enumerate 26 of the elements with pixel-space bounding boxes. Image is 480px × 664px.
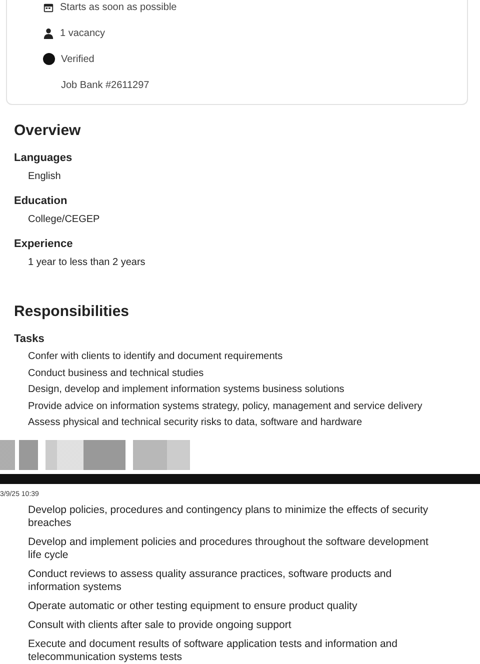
task-item: Develop policies, procedures and contingency plans to minimize the effects of security breaches — [28, 504, 430, 530]
task-item: Operate automatic or other testing equipment to ensure product quality — [28, 600, 358, 612]
card-detail-text: 1 vacancy — [60, 26, 106, 40]
person-icon — [43, 28, 54, 38]
task-item: Assess physical and technical security risks to data, software and hardware — [27, 416, 364, 430]
task-item: Confer with clients to identify and document requirements — [27, 350, 284, 364]
task-item: Execute and document results of software application tests and information and telecommunication systems tests — [28, 638, 398, 664]
tasks-label: Tasks — [14, 332, 46, 346]
section-value: 1 year to less than 2 years — [27, 256, 146, 270]
task-item: Develop and implement policies and procedures throughout the software development life cycle — [28, 536, 430, 562]
responsibilities-heading: Responsibilities — [14, 302, 130, 322]
card-detail-text: Starts as soon as possible — [60, 0, 177, 14]
task-item: Provide advice on information systems strategy, policy, management and service delivery — [27, 400, 424, 414]
section-label: Languages — [14, 151, 74, 165]
section-value: College/CEGEP — [27, 213, 101, 227]
section-value: English — [27, 170, 62, 184]
task-item: Conduct reviews to assess quality assurance practices, software products and information systems — [28, 568, 393, 594]
task-item: Consult with clients after sale to provide ongoing support — [28, 618, 292, 632]
overview-heading: Overview — [14, 121, 82, 141]
section-label: Experience — [14, 237, 74, 251]
task-item: Conduct business and technical studies — [27, 366, 205, 380]
section-label: Education — [14, 194, 68, 208]
card-detail-text: Verified — [61, 52, 94, 66]
circle-icon — [43, 53, 55, 65]
task-item: Design, develop and implement information systems business solutions — [27, 383, 346, 397]
card-detail-text: Job Bank #2611297 — [60, 78, 150, 92]
